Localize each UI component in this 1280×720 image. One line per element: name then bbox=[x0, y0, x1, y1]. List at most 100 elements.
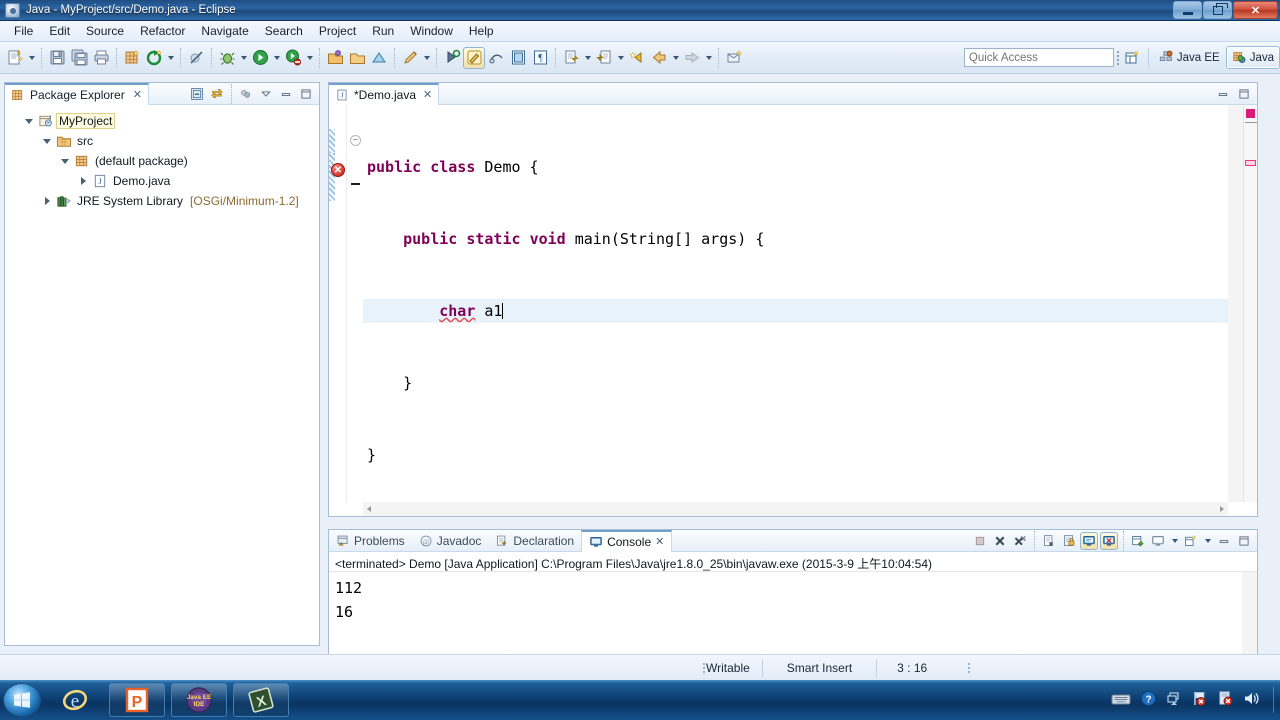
new-wizard-icon[interactable] bbox=[4, 47, 26, 69]
tree-item-myproject[interactable]: J MyProject bbox=[11, 111, 319, 131]
taskbar-excel-icon[interactable]: X bbox=[233, 683, 289, 717]
maximize-view-icon[interactable] bbox=[297, 85, 315, 103]
terminate-icon[interactable] bbox=[971, 532, 989, 550]
show-whitespace-icon[interactable] bbox=[507, 47, 529, 69]
open-type-icon[interactable] bbox=[324, 47, 346, 69]
error-marker-icon[interactable]: ✕ bbox=[331, 163, 345, 177]
menu-file[interactable]: File bbox=[6, 21, 41, 41]
open-perspective-icon[interactable] bbox=[1122, 47, 1144, 69]
new-wizard-caret-icon[interactable] bbox=[26, 47, 37, 69]
maximize-button[interactable] bbox=[1203, 1, 1232, 19]
previous-edit-icon[interactable] bbox=[593, 47, 615, 69]
new-email-icon[interactable] bbox=[723, 47, 745, 69]
view-menu-icon[interactable] bbox=[257, 85, 275, 103]
menu-window[interactable]: Window bbox=[402, 21, 461, 41]
overview-occurrence-marker[interactable] bbox=[1245, 160, 1256, 166]
new-java-package-icon[interactable] bbox=[121, 47, 143, 69]
minimize-view-icon[interactable] bbox=[1215, 532, 1233, 550]
editor-overview-ruler[interactable] bbox=[1243, 105, 1257, 502]
forward-navigation-caret-icon[interactable] bbox=[703, 47, 714, 69]
back-to-icon[interactable] bbox=[626, 47, 648, 69]
perspective-java-ee[interactable]: Java EE bbox=[1153, 46, 1226, 69]
tree-item-src[interactable]: src bbox=[11, 131, 319, 151]
editor-tab-demo-java[interactable]: J *Demo.java ✕ bbox=[329, 82, 440, 105]
maximize-view-icon[interactable] bbox=[1235, 532, 1253, 550]
show-source-quick-icon[interactable]: ¶ bbox=[529, 47, 551, 69]
new-console-caret-icon[interactable] bbox=[1202, 530, 1213, 552]
action-center-icon[interactable] bbox=[1217, 690, 1234, 710]
minimize-button[interactable] bbox=[1173, 1, 1202, 19]
editor-annotation-gutter[interactable]: ✕ bbox=[329, 105, 346, 502]
menu-navigate[interactable]: Navigate bbox=[193, 21, 256, 41]
remove-launch-icon[interactable] bbox=[991, 532, 1009, 550]
close-icon[interactable]: ✕ bbox=[133, 88, 142, 101]
taskbar-internet-explorer-icon[interactable]: e bbox=[47, 683, 103, 717]
editor-vertical-scrollbar[interactable] bbox=[1228, 105, 1243, 502]
twisty-expanded-icon[interactable] bbox=[59, 155, 71, 167]
tab-declaration[interactable]: Declaration bbox=[488, 530, 581, 552]
twisty-collapsed-icon[interactable] bbox=[41, 195, 53, 207]
back-navigation-caret-icon[interactable] bbox=[670, 47, 681, 69]
tab-package-explorer[interactable]: Package Explorer ✕ bbox=[5, 82, 149, 105]
search-icon[interactable] bbox=[368, 47, 390, 69]
volume-icon[interactable] bbox=[1243, 690, 1260, 710]
next-edit-icon[interactable] bbox=[560, 47, 582, 69]
remove-all-terminated-icon[interactable] bbox=[1011, 532, 1029, 550]
menu-project[interactable]: Project bbox=[311, 21, 364, 41]
menu-edit[interactable]: Edit bbox=[41, 21, 78, 41]
editor-folding-gutter[interactable]: − bbox=[346, 105, 363, 502]
next-edit-caret-icon[interactable] bbox=[582, 47, 593, 69]
tree-item-demo-java[interactable]: J Demo.java bbox=[11, 171, 319, 191]
editor-code-area[interactable]: ✕ − public class Demo { public static vo… bbox=[329, 105, 1257, 516]
pencil-annotation-icon[interactable] bbox=[399, 47, 421, 69]
perspective-java[interactable]: Java bbox=[1225, 46, 1280, 69]
run-external-tools-icon[interactable] bbox=[282, 47, 304, 69]
print-icon[interactable] bbox=[90, 47, 112, 69]
toggle-mark-occurrences-icon[interactable] bbox=[463, 46, 485, 69]
menu-run[interactable]: Run bbox=[364, 21, 402, 41]
link-with-editor-icon[interactable] bbox=[208, 85, 226, 103]
display-selected-console-icon[interactable] bbox=[1100, 531, 1118, 550]
save-all-icon[interactable] bbox=[68, 47, 90, 69]
pin-console-icon[interactable] bbox=[1080, 531, 1098, 550]
minimize-view-icon[interactable] bbox=[277, 85, 295, 103]
tab-javadoc[interactable]: @ Javadoc bbox=[412, 530, 489, 552]
tab-problems[interactable]: ! Problems bbox=[329, 530, 412, 552]
scroll-lock-icon[interactable] bbox=[1060, 532, 1078, 550]
menu-refactor[interactable]: Refactor bbox=[132, 21, 193, 41]
skip-breakpoints-icon[interactable] bbox=[185, 47, 207, 69]
fold-collapse-icon[interactable]: − bbox=[350, 135, 361, 146]
clear-console-icon[interactable] bbox=[1040, 532, 1058, 550]
forward-navigation-icon[interactable] bbox=[681, 47, 703, 69]
taskbar-java-ee-ide-icon[interactable]: Java EE IDE bbox=[171, 683, 227, 717]
tree-item-jre-system-library[interactable]: JRE System Library [OSGi/Minimum-1.2] bbox=[11, 191, 319, 211]
show-hidden-icons-icon[interactable] bbox=[1166, 691, 1182, 710]
windows-start-orb-icon[interactable] bbox=[3, 683, 41, 717]
previous-edit-caret-icon[interactable] bbox=[615, 47, 626, 69]
debug-caret-icon[interactable] bbox=[238, 47, 249, 69]
show-desktop-button[interactable] bbox=[1273, 687, 1274, 713]
close-button[interactable]: ✕ bbox=[1233, 1, 1278, 19]
open-console-icon[interactable] bbox=[1129, 532, 1147, 550]
editor-horizontal-scrollbar[interactable] bbox=[363, 502, 1228, 516]
pencil-caret-icon[interactable] bbox=[421, 47, 432, 69]
save-icon[interactable] bbox=[46, 47, 68, 69]
tab-console[interactable]: Console ✕ bbox=[581, 529, 673, 552]
run-caret-icon[interactable] bbox=[271, 47, 282, 69]
network-icon[interactable] bbox=[1191, 690, 1208, 710]
view-menu-filter-icon[interactable] bbox=[237, 85, 255, 103]
toggle-block-selection-icon[interactable] bbox=[485, 47, 507, 69]
close-icon[interactable]: ✕ bbox=[655, 535, 664, 548]
run-icon[interactable] bbox=[249, 47, 271, 69]
source-code-text[interactable]: public class Demo { public static void m… bbox=[363, 105, 1228, 502]
help-icon[interactable]: ? bbox=[1140, 690, 1157, 710]
close-icon[interactable]: ✕ bbox=[423, 88, 432, 101]
menu-source[interactable]: Source bbox=[78, 21, 132, 41]
menu-help[interactable]: Help bbox=[461, 21, 502, 41]
next-annotation-icon[interactable] bbox=[441, 47, 463, 69]
display-console-icon[interactable] bbox=[1149, 532, 1167, 550]
overview-error-marker[interactable] bbox=[1246, 109, 1255, 118]
quick-access-input[interactable] bbox=[963, 48, 1114, 67]
hscroll-left-arrow[interactable] bbox=[367, 506, 371, 512]
run-external-caret-icon[interactable] bbox=[304, 47, 315, 69]
